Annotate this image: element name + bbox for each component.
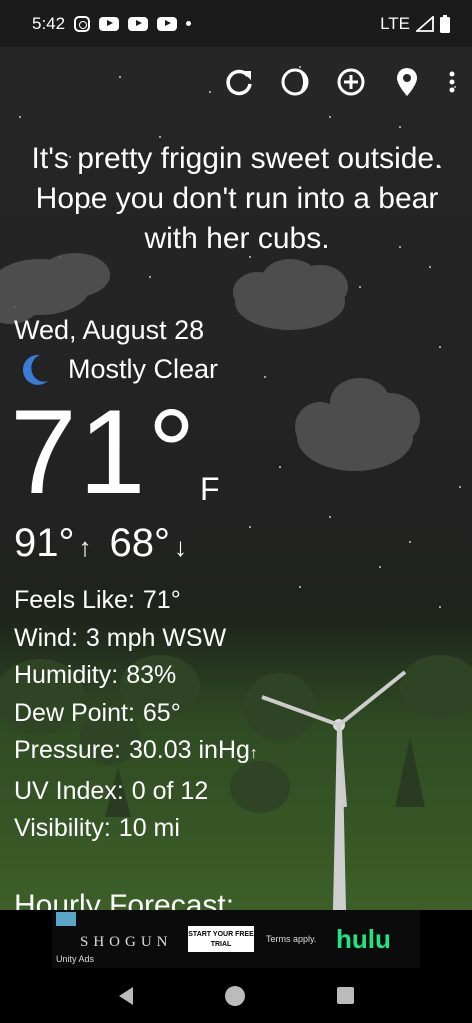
add-location-button[interactable] — [334, 65, 368, 99]
arrow-down-icon: ↓ — [174, 532, 187, 562]
ad-service-logo: hulu — [336, 924, 391, 954]
back-button[interactable] — [118, 986, 133, 1005]
more-notifications-icon — [186, 21, 192, 26]
high-low: 91° ↑ 68° ↓ — [14, 521, 201, 566]
navigation-bar — [0, 968, 472, 1023]
signal-icon — [416, 15, 434, 32]
status-time: 5:42 — [32, 13, 66, 33]
detail-visibility: Visibility: 10 mi — [14, 814, 180, 842]
condition-label: Mostly Clear — [68, 353, 219, 384]
moon-phase-button[interactable] — [278, 65, 312, 99]
ad-terms: Terms apply. — [266, 934, 317, 944]
more-options-button[interactable] — [446, 65, 458, 99]
current-temperature: 71° — [10, 385, 198, 519]
detail-feels-like: Feels Like: 71° — [14, 586, 181, 614]
weather-scene: It's pretty friggin sweet outside. Hope … — [0, 47, 472, 910]
temperature-unit: F — [200, 471, 220, 507]
weather-quote: It's pretty friggin sweet outside. Hope … — [31, 142, 443, 255]
youtube-icon — [157, 16, 178, 31]
detail-pressure: Pressure: 30.03 inHg↑ — [14, 736, 258, 764]
ad-brand: SHOGUN — [80, 934, 173, 950]
moon-icon — [22, 354, 48, 385]
ad-banner: SHOGUN Unity Ads START YOUR FREE TRIAL T… — [0, 910, 472, 968]
youtube-icon — [128, 16, 149, 31]
instagram-icon — [74, 15, 91, 32]
location-button[interactable] — [390, 65, 424, 99]
ad-cta-button[interactable]: START YOUR FREE TRIAL — [188, 926, 254, 952]
detail-dew-point: Dew Point: 65° — [14, 698, 181, 727]
high-temp: 91° — [14, 521, 75, 565]
hourly-forecast-heading: Hourly Forecast: — [14, 889, 235, 910]
youtube-icon — [99, 16, 120, 31]
pressure-rising-icon: ↑ — [249, 745, 258, 762]
add-location-icon — [337, 68, 365, 96]
ad-network: Unity Ads — [56, 954, 95, 964]
home-button[interactable] — [224, 985, 245, 1006]
moon-phase-icon — [281, 68, 309, 96]
weather-details: Feels Like: 71° Wind: 3 mph WSW Humidity: 8… — [14, 582, 258, 848]
current-date: Wed, August 28 — [14, 315, 205, 345]
detail-wind: Wind: 3 mph WSW — [14, 623, 227, 652]
toolbar — [222, 65, 458, 99]
low-temp: 68° — [109, 521, 171, 565]
detail-uv-index: UV Index: 0 of 12 — [14, 776, 209, 805]
arrow-up-icon: ↑ — [78, 532, 92, 562]
detail-humidity: Humidity: 83% — [14, 661, 177, 689]
status-bar: 5:42 LTE — [0, 0, 472, 47]
battery-icon — [440, 14, 450, 33]
more-vert-icon — [449, 71, 455, 93]
current-condition: Mostly Clear — [20, 353, 218, 385]
ad-content[interactable]: SHOGUN Unity Ads START YOUR FREE TRIAL T… — [52, 910, 420, 968]
location-pin-icon — [397, 68, 417, 96]
refresh-button[interactable] — [222, 65, 256, 99]
refresh-icon — [226, 69, 252, 96]
network-type: LTE — [380, 13, 410, 33]
recents-button[interactable] — [336, 987, 354, 1004]
ad-choices-icon[interactable] — [56, 912, 76, 926]
